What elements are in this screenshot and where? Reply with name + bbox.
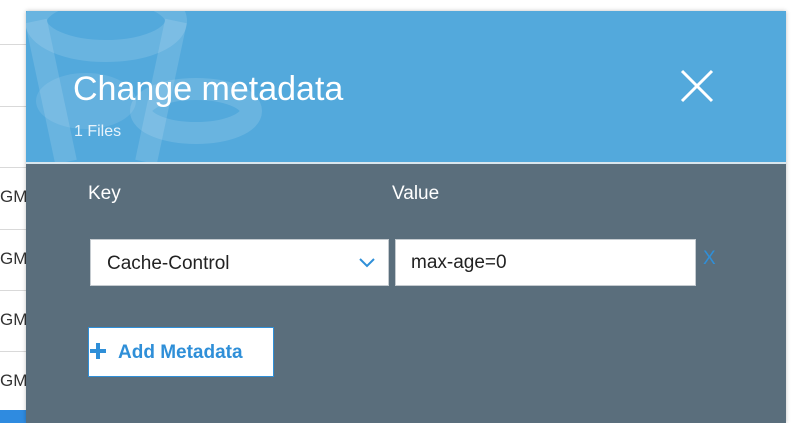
value-input[interactable] — [395, 239, 696, 286]
key-column-label: Key — [88, 183, 121, 204]
background-divider — [0, 351, 26, 352]
background-cell: GM — [0, 187, 26, 206]
background-cell: GM — [0, 371, 26, 390]
close-icon — [680, 69, 714, 103]
key-select[interactable]: Cache-Control — [90, 239, 389, 286]
chevron-down-icon — [359, 258, 375, 268]
value-column-label: Value — [392, 183, 440, 204]
modal-header: Change metadata 1 Files — [26, 11, 786, 162]
add-metadata-button[interactable]: Add Metadata — [88, 327, 274, 377]
background-divider — [0, 167, 26, 168]
remove-row-button[interactable]: X — [703, 248, 716, 270]
background-divider — [0, 290, 26, 291]
plus-icon — [90, 343, 106, 359]
background-selection-bar — [0, 410, 26, 423]
modal-title: Change metadata — [73, 70, 344, 108]
background-divider — [0, 229, 26, 230]
background-right-strip — [786, 0, 800, 423]
background-divider — [0, 106, 26, 107]
background-divider — [0, 44, 26, 45]
change-metadata-modal: Change metadata 1 Files Key Value Cache-… — [26, 11, 786, 423]
close-button[interactable] — [674, 63, 720, 109]
header-divider — [26, 162, 786, 164]
background-cell: GM — [0, 249, 26, 268]
modal-subtitle: 1 Files — [74, 123, 122, 140]
add-metadata-label: Add Metadata — [118, 342, 243, 363]
background-cell: GM — [0, 310, 26, 329]
key-select-value: Cache-Control — [107, 253, 230, 274]
